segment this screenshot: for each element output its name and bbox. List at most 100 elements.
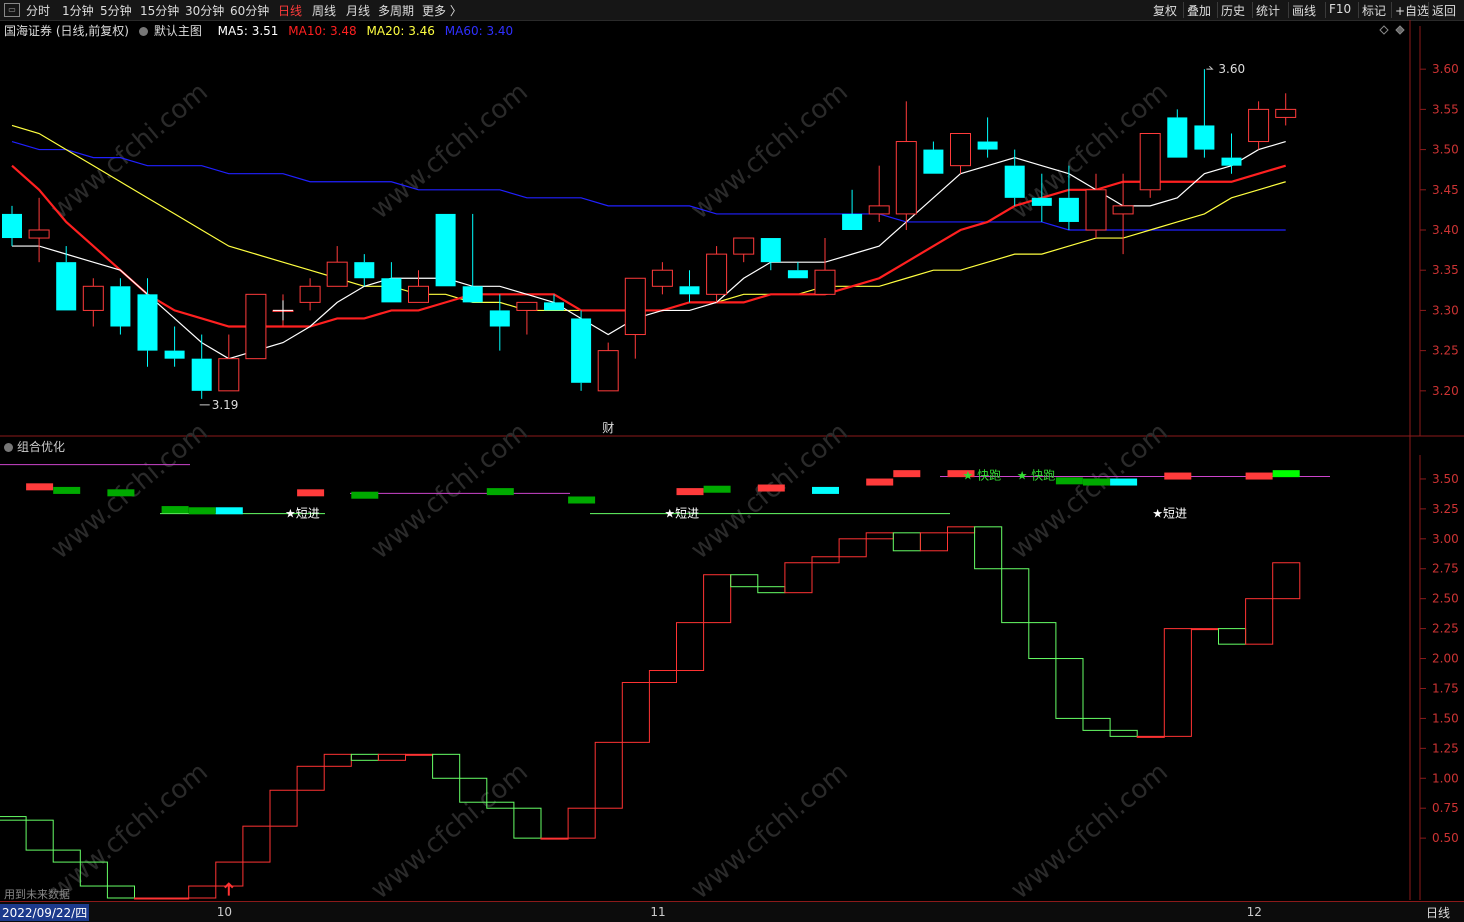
- step-box: [730, 574, 759, 588]
- signal-bar: [486, 488, 514, 496]
- high-marker-icon: [1206, 65, 1214, 70]
- step-box: [1163, 628, 1192, 737]
- price-tick-label: 3.45: [1432, 183, 1459, 197]
- indicator-tick-label: 3.00: [1432, 532, 1459, 546]
- step-box: [1001, 568, 1030, 624]
- signal-bar: [53, 486, 81, 494]
- candle-body: [624, 277, 646, 336]
- month-tick: 12: [1246, 905, 1262, 919]
- indicator-tick-label: 1.25: [1432, 741, 1459, 755]
- candle-body: [679, 286, 700, 295]
- period-indicator[interactable]: 日线: [1426, 904, 1450, 921]
- candle-body: [1085, 189, 1107, 231]
- signal-bar: [161, 506, 189, 514]
- signal-bar: [1055, 477, 1083, 485]
- step-box: [161, 897, 190, 900]
- price-tick-label: 3.40: [1432, 223, 1459, 237]
- step-box: [323, 753, 352, 767]
- candle-body: [462, 286, 483, 303]
- watermark-text: www.cfchi.com: [685, 77, 854, 225]
- candle-body: [245, 293, 267, 360]
- step-box: [1190, 628, 1220, 631]
- candle-body: [137, 294, 158, 351]
- candle-body: [1004, 165, 1025, 198]
- future-data-warning: 用到未来数据: [4, 888, 70, 901]
- candle-body: [191, 358, 212, 391]
- signal-bar: [26, 483, 54, 491]
- buy-arrow-icon: [224, 882, 234, 896]
- step-box: [296, 765, 325, 791]
- signal-bar: [188, 507, 216, 515]
- watermark-text: www.cfchi.com: [1005, 417, 1174, 565]
- step-box: [1218, 628, 1247, 645]
- cursor-cross-icon: [273, 300, 293, 321]
- watermark-text: www.cfchi.com: [365, 77, 534, 225]
- candle-body: [1139, 133, 1161, 191]
- signal-bar: [1083, 478, 1110, 486]
- step-box: [919, 532, 949, 552]
- month-tick: 11: [650, 905, 666, 919]
- candle-body: [489, 310, 510, 327]
- step-box: [106, 885, 136, 899]
- step-box: [25, 819, 54, 851]
- signal-bar: [1164, 472, 1192, 480]
- signal-bar: [107, 489, 135, 497]
- step-box: [1136, 735, 1165, 738]
- indicator-tick-label: 2.25: [1432, 622, 1459, 636]
- signal-bar: [1110, 478, 1138, 486]
- signal-bar: [568, 496, 596, 504]
- indicator-tick-label: 1.00: [1432, 771, 1459, 785]
- step-box: [974, 526, 1003, 570]
- candle-body: [787, 270, 808, 279]
- signal-bar: [757, 484, 785, 492]
- signal-bar: [297, 489, 325, 497]
- step-box: [594, 741, 623, 809]
- candle-body: [814, 269, 836, 295]
- step-box: [513, 807, 542, 839]
- kline-chart[interactable]: www.cfchi.com www.cfchi.com www.cfchi.com w…: [0, 0, 1464, 900]
- indicator-tick-label: 2.00: [1432, 652, 1459, 666]
- price-tick-label: 3.25: [1432, 344, 1459, 358]
- step-box: [432, 753, 461, 779]
- step-box: [540, 837, 569, 840]
- signal-label: ★ 快跑: [1017, 468, 1056, 482]
- step-box: [703, 574, 732, 624]
- candle-body: [354, 262, 375, 279]
- step-box: [188, 885, 217, 899]
- candle-body: [110, 286, 131, 327]
- financial-report-marker: 财: [602, 421, 614, 435]
- step-box: [892, 532, 921, 552]
- step-box: [269, 789, 298, 827]
- candle-body: [977, 141, 998, 150]
- step-box: [648, 670, 678, 683]
- signal-bar: [351, 491, 379, 499]
- step-box: [947, 526, 976, 534]
- watermark-text: www.cfchi.com: [1005, 757, 1174, 900]
- step-box: [784, 562, 813, 594]
- candle-body: [82, 285, 104, 311]
- indicator-tick-label: 2.50: [1432, 592, 1459, 606]
- signal-bar: [893, 470, 921, 478]
- signal-label: ★短进: [1152, 507, 1187, 521]
- ma5-line: [12, 140, 1286, 360]
- step-box: [1028, 622, 1057, 660]
- indicator-tick-label: 2.75: [1432, 562, 1459, 576]
- cursor-date: 2022/09/22/四: [0, 904, 90, 921]
- candle-body: [299, 285, 321, 303]
- candle-body: [1275, 108, 1297, 118]
- candle-body: [651, 269, 673, 287]
- candle-body: [56, 262, 77, 311]
- indicator-tick-label: 1.75: [1432, 681, 1459, 695]
- indicator-tick-label: 0.50: [1432, 831, 1459, 845]
- price-tick-label: 3.60: [1432, 62, 1459, 76]
- candle-body: [760, 238, 781, 263]
- step-box: [1109, 729, 1138, 737]
- step-box: [1082, 717, 1111, 731]
- diamond-icon: [1395, 25, 1405, 35]
- signal-bar: [1272, 470, 1300, 478]
- watermark-text: www.cfchi.com: [45, 757, 214, 900]
- candle-body: [1194, 125, 1215, 150]
- step-box: [350, 753, 379, 761]
- price-tick-label: 3.30: [1432, 303, 1459, 317]
- step-box: [621, 681, 650, 743]
